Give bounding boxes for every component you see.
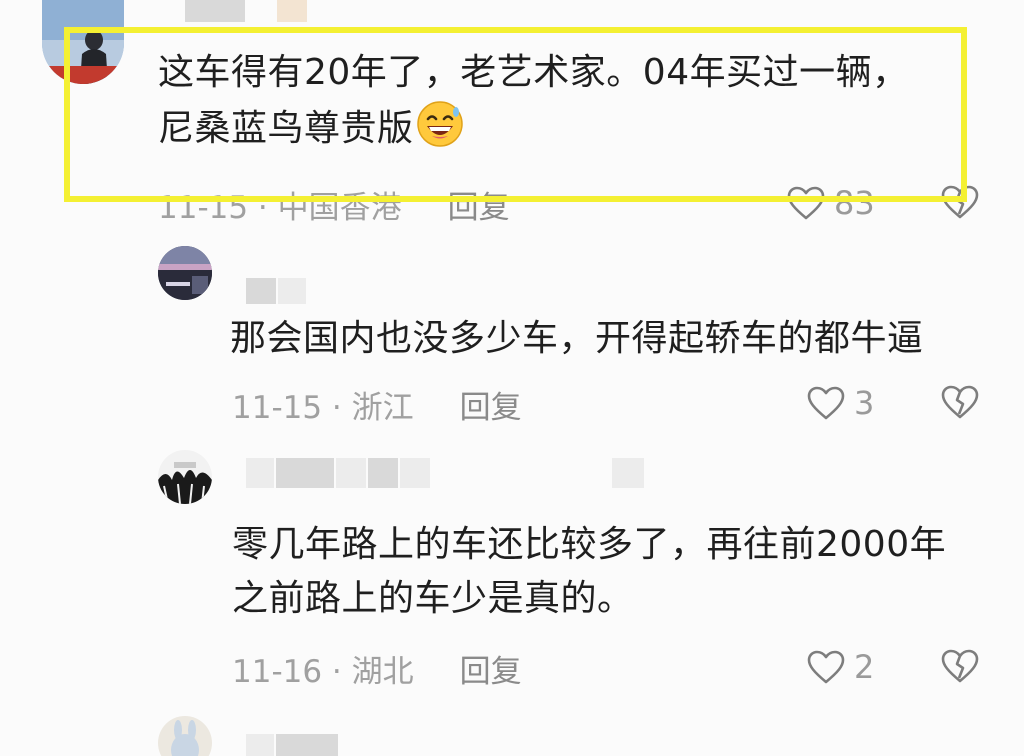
comment-text-line: 这车得有20年了，老艺术家。04年买过一辆， — [158, 52, 909, 93]
comment-text-line: 那会国内也没多少车，开得起轿车的都牛逼 — [230, 318, 924, 359]
grinning-face-with-sweat-emoji — [416, 100, 464, 148]
dislike-button[interactable] — [940, 648, 980, 688]
avatar[interactable] — [42, 0, 124, 84]
broken-heart-icon — [940, 185, 980, 224]
comment-text-line: 零几年路上的车还比较多了，再往前2000年 — [232, 524, 947, 565]
like-button[interactable]: 3 — [806, 382, 874, 424]
like-button[interactable]: 2 — [806, 646, 874, 688]
username-blurred[interactable] — [246, 734, 338, 756]
comment-text: 那会国内也没多少车，开得起轿车的都牛逼 — [230, 312, 924, 366]
heart-outline-icon — [806, 649, 846, 685]
comment-meta: 11-15 · 浙江 回复 — [232, 382, 522, 427]
comment-text: 零几年路上的车还比较多了，再往前2000年 之前路上的车少是真的。 — [232, 518, 946, 626]
reply-button[interactable]: 回复 — [460, 646, 522, 691]
username-blurred[interactable] — [185, 0, 245, 22]
comment-meta: 11-15 · 中国香港 回复 — [158, 182, 510, 227]
heart-outline-icon — [786, 185, 826, 221]
comment-text: 这车得有20年了，老艺术家。04年买过一辆， 尼桑蓝鸟尊贵版 — [158, 46, 909, 156]
comment-text-line: 之前路上的车少是真的。 — [232, 578, 634, 619]
date-location: 11-15 · 浙江 — [232, 389, 414, 426]
like-button[interactable]: 83 — [786, 182, 875, 224]
avatar[interactable] — [158, 246, 212, 300]
comment-thread: 这车得有20年了，老艺术家。04年买过一辆， 尼桑蓝鸟尊贵版 11-15 · 中… — [0, 0, 1024, 756]
like-count: 2 — [854, 648, 875, 686]
username-blurred-badge — [612, 458, 644, 488]
like-count: 3 — [854, 384, 875, 422]
dislike-button[interactable] — [940, 184, 980, 224]
comment-meta: 11-16 · 湖北 回复 — [232, 646, 522, 691]
broken-heart-icon — [940, 649, 980, 688]
comment-text-line: 尼桑蓝鸟尊贵版 — [158, 100, 909, 156]
like-count: 83 — [834, 184, 875, 222]
avatar[interactable] — [158, 450, 212, 504]
heart-outline-icon — [806, 385, 846, 421]
username-blurred-badge — [277, 0, 307, 22]
username-blurred[interactable] — [246, 458, 430, 488]
dislike-button[interactable] — [940, 384, 980, 424]
avatar[interactable] — [158, 716, 212, 756]
username-blurred[interactable] — [246, 278, 306, 304]
broken-heart-icon — [940, 385, 980, 424]
date-location: 11-15 · 中国香港 — [158, 189, 402, 226]
reply-button[interactable]: 回复 — [460, 382, 522, 427]
date-location: 11-16 · 湖北 — [232, 653, 414, 690]
reply-button[interactable]: 回复 — [448, 182, 510, 227]
